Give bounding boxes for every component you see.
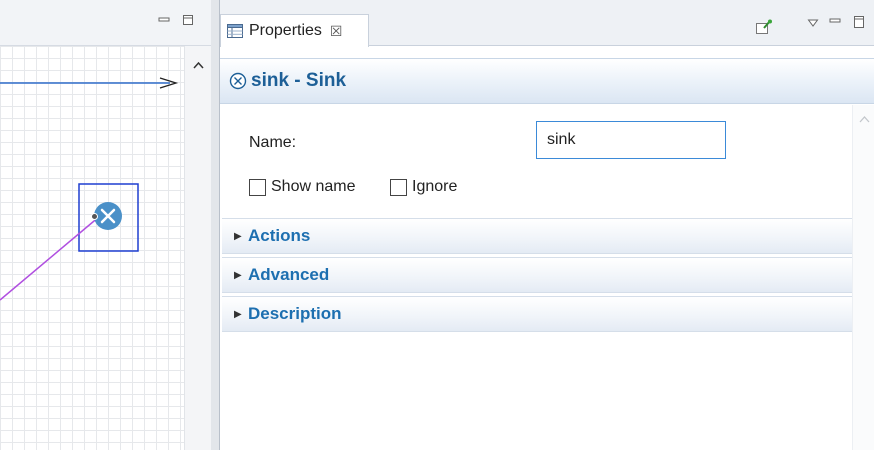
view-tab-bar: Properties ☒: [220, 0, 874, 47]
editor-vertical-scrollbar[interactable]: [184, 46, 211, 450]
ignore-label: Ignore: [412, 178, 458, 195]
pin-editor-icon[interactable]: [755, 19, 773, 35]
show-name-checkbox[interactable]: [249, 178, 266, 196]
properties-view: Properties ☒ sink - Sink Name: sink Show…: [219, 0, 874, 450]
section-label: Actions: [248, 226, 311, 245]
expand-arrow-icon: ▶: [234, 269, 242, 281]
name-label: Name:: [249, 134, 297, 151]
sink-icon: [229, 72, 247, 90]
close-icon[interactable]: ☒: [330, 23, 343, 40]
section-actions[interactable]: ▶ Actions: [222, 218, 852, 254]
properties-title: sink - Sink: [251, 70, 347, 91]
expand-arrow-icon: ▶: [234, 230, 242, 242]
properties-table-icon: [227, 24, 243, 38]
section-advanced[interactable]: ▶ Advanced: [222, 257, 852, 293]
expand-arrow-icon: ▶: [234, 308, 242, 320]
tab-label: Properties: [249, 22, 322, 39]
ignore-option[interactable]: Ignore: [390, 178, 457, 196]
properties-vertical-scrollbar[interactable]: [852, 105, 874, 450]
editor-pane: [0, 0, 211, 450]
editor-header: [0, 0, 211, 46]
ignore-checkbox[interactable]: [390, 178, 407, 196]
tab-properties[interactable]: Properties ☒: [220, 14, 369, 47]
minimize-icon[interactable]: [829, 15, 841, 27]
maximize-icon[interactable]: [182, 14, 194, 26]
properties-form: Name: Show name Ignore ▶ Actions ▶ Advan…: [220, 104, 874, 450]
name-field[interactable]: [536, 121, 726, 159]
scroll-up-icon[interactable]: [192, 60, 205, 70]
properties-header: sink - Sink: [220, 58, 874, 104]
minimize-icon[interactable]: [158, 14, 170, 26]
section-description[interactable]: ▶ Description: [222, 296, 852, 332]
pane-divider[interactable]: [211, 0, 219, 450]
show-name-option[interactable]: Show name: [249, 178, 356, 196]
diagram-canvas[interactable]: [0, 46, 184, 450]
view-menu-icon[interactable]: [807, 18, 819, 28]
sink-node-icon[interactable]: [91, 202, 123, 230]
incoming-connector-line[interactable]: [0, 215, 101, 301]
section-label: Description: [248, 304, 342, 323]
section-label: Advanced: [248, 265, 330, 284]
show-name-label: Show name: [271, 178, 356, 195]
maximize-icon[interactable]: [853, 15, 865, 29]
scroll-up-icon[interactable]: [858, 115, 871, 124]
